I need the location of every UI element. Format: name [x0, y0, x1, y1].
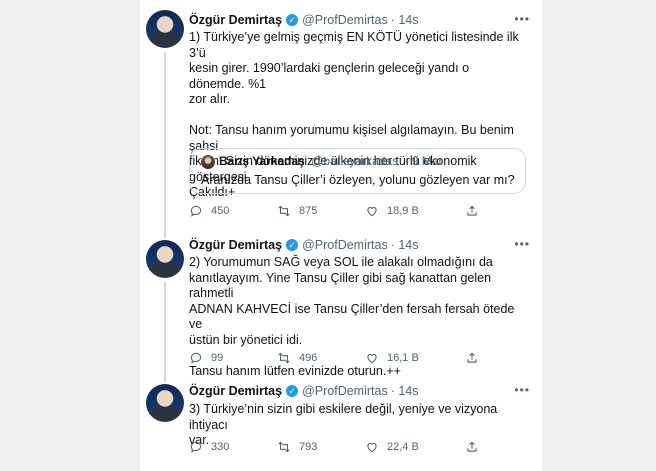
like-icon — [367, 443, 377, 453]
tweet-actions: 450 875 18,9 B — [189, 204, 489, 222]
share-button[interactable] — [465, 204, 479, 218]
verified-badge-icon: ✓ — [286, 239, 299, 251]
tweet-time[interactable]: · 14s — [391, 384, 419, 398]
share-icon — [467, 205, 477, 216]
author-handle[interactable]: @ProfDemirtas — [302, 384, 388, 398]
like-button[interactable]: 16,1 B — [365, 351, 419, 365]
more-options-icon[interactable]: ••• — [514, 237, 530, 251]
reply-count: 330 — [211, 441, 230, 453]
retweet-count: 496 — [299, 352, 318, 364]
tweet-header: Özgür Demirtaş ✓ @ProfDemirtas · 14s — [189, 237, 419, 253]
tweet-header: Özgür Demirtaş ✓ @ProfDemirtas · 14s — [189, 383, 419, 399]
author-name[interactable]: Özgür Demirtaş — [189, 384, 282, 398]
tweet-header: Özgür Demirtaş ✓ @ProfDemirtas · 14s — [189, 12, 419, 28]
retweet-button[interactable]: 875 — [277, 204, 317, 218]
thread-line — [164, 282, 166, 374]
retweet-icon — [278, 441, 290, 453]
tweet-actions: 330 793 22,4 B — [189, 440, 489, 458]
like-count: 18,9 B — [387, 205, 419, 217]
share-button[interactable] — [465, 440, 479, 454]
thread-line — [164, 230, 166, 238]
more-options-icon[interactable]: ••• — [514, 383, 530, 397]
reply-icon — [190, 205, 202, 217]
retweet-icon — [278, 352, 290, 364]
verified-badge-icon: ✓ — [286, 14, 299, 26]
quote-time: · 9 Mar — [404, 154, 443, 168]
retweet-icon — [278, 205, 290, 217]
thread-line — [164, 374, 166, 382]
like-button[interactable]: 18,9 B — [365, 204, 419, 218]
avatar[interactable] — [146, 384, 184, 422]
tweet-2[interactable]: Özgür Demirtaş ✓ @ProfDemirtas · 14s •••… — [140, 230, 542, 378]
tweet-actions: 99 496 16,1 B — [189, 351, 489, 369]
tweet-3[interactable]: Özgür Demirtaş ✓ @ProfDemirtas · 14s •••… — [140, 374, 542, 471]
reply-button[interactable]: 330 — [189, 440, 229, 454]
reply-count: 450 — [211, 205, 230, 217]
more-options-icon[interactable]: ••• — [514, 12, 530, 26]
quote-avatar — [201, 155, 215, 169]
like-icon — [367, 354, 377, 364]
share-icon — [467, 352, 477, 363]
retweet-button[interactable]: 496 — [277, 351, 317, 365]
retweet-button[interactable]: 793 — [277, 440, 317, 454]
quote-header: Barış Yarkadaş @barisyarkadas · 9 Mar — [219, 154, 442, 168]
author-handle[interactable]: @ProfDemirtas — [302, 13, 388, 27]
like-count: 22,4 B — [387, 441, 419, 453]
reply-icon — [190, 352, 202, 364]
retweet-count: 793 — [299, 441, 318, 453]
tweet-1[interactable]: Özgür Demirtaş ✓ @ProfDemirtas · 14s •••… — [140, 0, 542, 230]
verified-badge-icon: ✓ — [286, 385, 299, 397]
reply-icon — [190, 441, 202, 453]
thread-line — [164, 52, 166, 230]
reply-button[interactable]: 450 — [189, 204, 229, 218]
avatar[interactable] — [146, 10, 184, 48]
tweet-time[interactable]: · 14s — [391, 238, 419, 252]
share-icon — [467, 441, 477, 452]
quote-author-name: Barış Yarkadaş — [219, 154, 305, 168]
author-name[interactable]: Özgür Demirtaş — [189, 238, 282, 252]
author-name[interactable]: Özgür Demirtaş — [189, 13, 282, 27]
like-button[interactable]: 22,4 B — [365, 440, 419, 454]
like-count: 16,1 B — [387, 352, 419, 364]
avatar[interactable] — [146, 240, 184, 278]
quoted-tweet[interactable]: Barış Yarkadaş @barisyarkadas · 9 Mar Ar… — [189, 148, 526, 194]
like-icon — [367, 207, 377, 217]
retweet-count: 875 — [299, 205, 318, 217]
share-button[interactable] — [465, 351, 479, 365]
tweet-time[interactable]: · 14s — [391, 13, 419, 27]
reply-button[interactable]: 99 — [189, 351, 223, 365]
quote-author-handle: @barisyarkadas — [311, 154, 399, 168]
author-handle[interactable]: @ProfDemirtas — [302, 238, 388, 252]
reply-count: 99 — [211, 352, 224, 364]
quote-text: Aranızda Tansu Çiller’i özleyen, yolunu … — [201, 173, 515, 187]
tweet-thread: Özgür Demirtaş ✓ @ProfDemirtas · 14s •••… — [140, 0, 542, 471]
